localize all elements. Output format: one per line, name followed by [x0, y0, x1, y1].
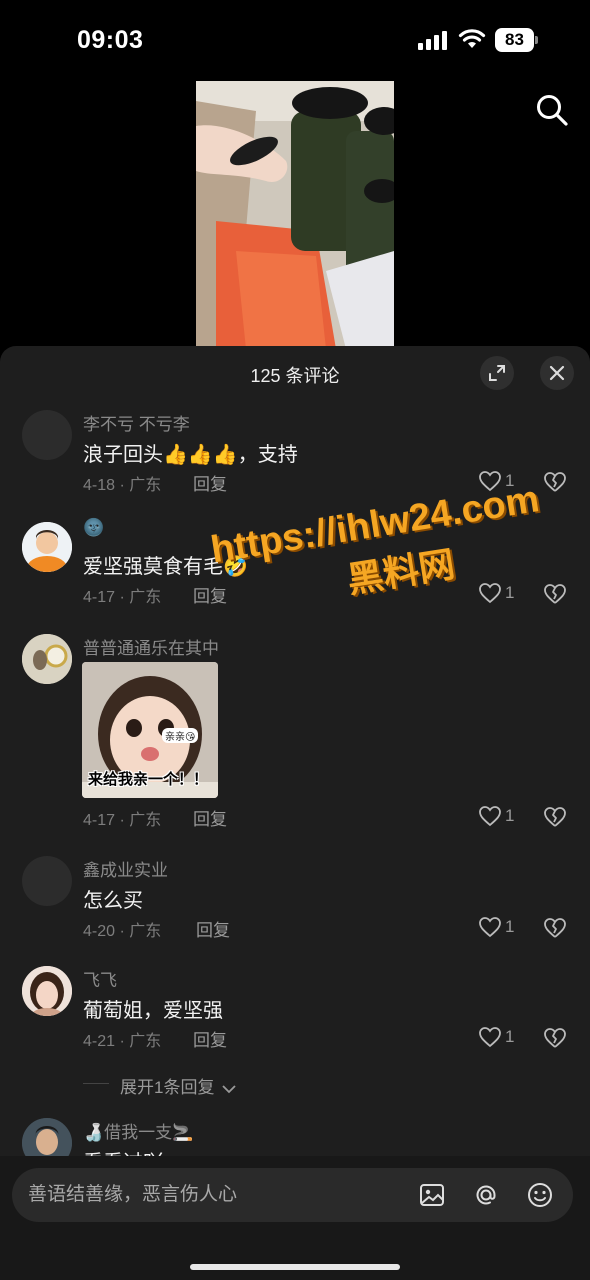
like-button[interactable]: 1: [478, 582, 538, 608]
comment-meta: 4-20 · 广东: [83, 917, 161, 941]
reply-button[interactable]: 回复: [196, 916, 230, 941]
comment-date: 4-17: [83, 812, 116, 829]
comment-meta: 4-17 · 广东: [83, 806, 161, 830]
avatar[interactable]: [22, 856, 72, 906]
comments-sheet: 125 条评论 李不亏 不亏李 浪子回头👍👍👍，支持 4-18 · 广东 回复 …: [0, 346, 590, 1280]
broken-heart-icon[interactable]: [542, 470, 568, 494]
comment-username[interactable]: 普普通通乐在其中: [83, 634, 219, 659]
broken-heart-icon[interactable]: [542, 582, 568, 606]
chevron-down-icon: [222, 1084, 236, 1093]
comment-username[interactable]: 飞飞: [83, 966, 117, 991]
comment-input-bar: [0, 1156, 590, 1280]
expand-icon: [489, 365, 505, 381]
avatar-image: [22, 966, 72, 1016]
close-button[interactable]: [540, 356, 574, 390]
comment-date: 4-21: [83, 1033, 116, 1050]
like-button[interactable]: 1: [478, 916, 538, 942]
video-frame: [196, 81, 394, 349]
comment-date: 4-20: [83, 923, 116, 940]
avatar[interactable]: [22, 410, 72, 460]
meta-separator: ·: [115, 1033, 130, 1050]
reply-button[interactable]: 回复: [193, 1026, 227, 1051]
like-button[interactable]: 1: [478, 805, 538, 831]
comment-username[interactable]: 🍶借我一支🚬: [83, 1118, 193, 1143]
heart-icon: [479, 1027, 501, 1048]
comment-location: 广东: [129, 923, 162, 940]
comment-text: 浪子回头👍👍👍，支持: [83, 444, 298, 466]
meta-separator: ·: [115, 477, 130, 494]
reply-button[interactable]: 回复: [193, 805, 227, 830]
comment-location: 广东: [129, 812, 162, 829]
heart-icon: [479, 471, 501, 492]
like-button[interactable]: 1: [478, 470, 538, 496]
broken-heart-icon[interactable]: [542, 1026, 568, 1050]
like-count: 1: [505, 471, 515, 490]
meta-separator: ·: [115, 923, 130, 940]
comment-location: 广东: [129, 589, 162, 606]
cellular-signal-icon: [418, 31, 447, 50]
meta-separator: ·: [115, 812, 130, 829]
comment-sticker[interactable]: 亲亲😘 来给我亲一个！！: [82, 662, 218, 798]
expand-replies-label: 展开1条回复: [120, 1078, 215, 1097]
heart-icon: [479, 806, 501, 827]
sticker-caption: 来给我亲一个！！: [88, 771, 209, 788]
heart-icon: [479, 917, 501, 938]
like-count: 1: [505, 806, 515, 825]
close-icon: [549, 365, 565, 381]
image-icon[interactable]: [418, 1181, 446, 1209]
expand-replies-button[interactable]: 展开1条回复: [120, 1073, 236, 1098]
comment-meta: 4-21 · 广东: [83, 1027, 161, 1051]
broken-heart-icon[interactable]: [542, 805, 568, 829]
expand-button[interactable]: [480, 356, 514, 390]
like-count: 1: [505, 1027, 515, 1046]
like-button[interactable]: 1: [478, 1026, 538, 1052]
at-icon[interactable]: [472, 1181, 500, 1209]
avatar[interactable]: [22, 522, 72, 572]
comment-username[interactable]: 🌚: [83, 518, 104, 538]
comment-text: 葡萄姐，爱坚强: [83, 1000, 223, 1022]
home-indicator: [190, 1264, 400, 1270]
comment-location: 广东: [129, 1033, 162, 1050]
avatar-image: [22, 522, 72, 572]
comment-location: 广东: [129, 477, 162, 494]
heart-icon: [479, 583, 501, 604]
emoji-icon[interactable]: [526, 1181, 554, 1209]
comment-text: 怎么买: [83, 890, 143, 912]
like-count: 1: [505, 917, 515, 936]
battery-cap: [535, 36, 538, 44]
avatar[interactable]: [22, 966, 72, 1016]
battery-level: 83: [495, 28, 534, 52]
sticker-tag: 亲亲😘: [162, 728, 199, 743]
avatar[interactable]: [22, 634, 72, 684]
comment-date: 4-18: [83, 477, 116, 494]
wifi-icon: [458, 29, 486, 48]
like-count: 1: [505, 583, 515, 602]
meta-separator: ·: [115, 589, 130, 606]
reply-button[interactable]: 回复: [193, 470, 227, 495]
battery-indicator: 83: [495, 28, 539, 52]
comment-date: 4-17: [83, 589, 116, 606]
comment-input-container[interactable]: [12, 1168, 573, 1222]
avatar-image: [22, 634, 72, 684]
comment-meta: 4-17 · 广东: [83, 583, 161, 607]
comment-meta: 4-18 · 广东: [83, 471, 161, 495]
comment-text: 爱坚强莫食有毛🤣: [83, 556, 248, 578]
video-preview[interactable]: [196, 81, 394, 349]
reply-button[interactable]: 回复: [193, 582, 227, 607]
comment-input[interactable]: [28, 1182, 408, 1208]
comment-username[interactable]: 李不亏 不亏李: [83, 410, 190, 435]
search-icon[interactable]: [534, 92, 570, 128]
status-time: 09:03: [77, 26, 144, 54]
status-bar: 09:03 83: [0, 0, 590, 80]
broken-heart-icon[interactable]: [542, 916, 568, 940]
expand-replies-line: [83, 1083, 109, 1084]
comment-username[interactable]: 鑫成业实业: [83, 856, 168, 881]
